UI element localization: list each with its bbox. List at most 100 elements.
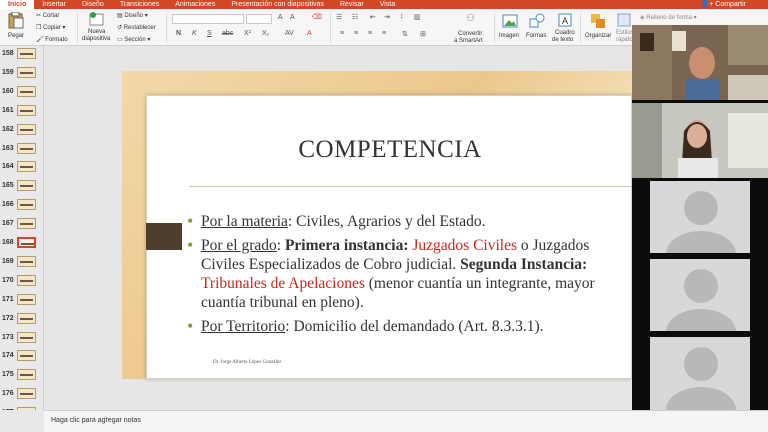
notes-pane[interactable]: Haga clic para agregar notas (44, 410, 768, 432)
font-color-icon[interactable]: A (307, 30, 312, 37)
slide-thumbnail[interactable]: 167 (0, 216, 43, 235)
slide-thumbnail[interactable]: 160 (0, 84, 43, 103)
tab-insertar[interactable]: Insertar (34, 0, 74, 9)
tab-revisar[interactable]: Revisar (332, 0, 372, 9)
slide-thumbnail-image (17, 123, 36, 135)
increase-font-icon[interactable]: A (278, 14, 283, 21)
participant-tile-4[interactable] (632, 259, 768, 334)
clipboard-icon (8, 12, 24, 29)
slide-title[interactable]: COMPETENCIA (147, 136, 633, 164)
slide-thumbnail[interactable]: 158 (0, 46, 43, 65)
shape-fill-label: Relleno de forma (646, 15, 692, 21)
slide-thumbnail[interactable]: 177 (0, 405, 43, 410)
current-slide[interactable]: COMPETENCIA Por la materia: Civiles, Agr… (122, 71, 633, 379)
align-left-icon[interactable]: ≡ (340, 30, 344, 37)
slide-thumbnail-image (17, 312, 36, 324)
slide-thumbnail[interactable]: 161 (0, 103, 43, 122)
bullet-grado-label: Por el grado (201, 237, 277, 254)
shapes-button[interactable]: Formas (526, 11, 548, 44)
outdent-icon[interactable]: ⇤ (370, 13, 376, 21)
bullet-materia-label: Por la materia (201, 213, 288, 230)
font-family-select[interactable] (172, 14, 244, 24)
numbering-icon[interactable]: ☷ (352, 13, 358, 21)
image-button[interactable]: Imagen (498, 11, 522, 44)
align-right-icon[interactable]: ≡ (368, 30, 372, 37)
share-label: Compartir (715, 1, 746, 8)
slide-thumbnail[interactable]: 164 (0, 159, 43, 178)
slide-content-area: COMPETENCIA Por la materia: Civiles, Agr… (146, 95, 633, 379)
quick-styles-button[interactable]: Estilos rápidos (614, 11, 636, 44)
cut-button[interactable]: ✂ Cortar (36, 12, 59, 19)
slide-thumbnail[interactable]: 173 (0, 330, 43, 349)
align-text-icon[interactable]: ⊞ (420, 30, 426, 38)
slide-thumbnail[interactable]: 171 (0, 292, 43, 311)
participant-tile-5[interactable] (632, 337, 768, 410)
avatar (650, 337, 750, 410)
slide-thumbnail[interactable]: 168 (0, 235, 43, 254)
bullets-icon[interactable]: ☰ (336, 13, 342, 21)
tab-diseno[interactable]: Diseño (74, 0, 112, 9)
juzgados-civiles: Juzgados Civiles (412, 237, 518, 254)
slide-thumbnail-image (17, 255, 36, 267)
tribunales-apelaciones: Tribunales de Apelaciones (201, 275, 365, 292)
layout-button[interactable]: ▤ Diseño ▾ (117, 12, 148, 19)
participant-video-2[interactable] (632, 103, 768, 178)
slide-thumbnail[interactable]: 162 (0, 122, 43, 141)
justify-icon[interactable]: ≡ (382, 30, 386, 37)
convert-smartart-button[interactable]: ⚇ Convertir a SmartArt (452, 11, 492, 44)
arrange-button[interactable]: Organizar (584, 11, 612, 44)
clear-format-icon[interactable]: ⌫ (312, 13, 322, 21)
reset-button[interactable]: ↺ Restablecer (117, 24, 156, 31)
slide-number: 158 (2, 50, 14, 57)
tab-animaciones[interactable]: Animaciones (167, 0, 223, 9)
font-size-select[interactable] (246, 14, 272, 24)
tab-vista[interactable]: Vista (372, 0, 403, 9)
decrease-font-icon[interactable]: A (290, 14, 295, 21)
slide-thumbnail[interactable]: 170 (0, 273, 43, 292)
smartart-label-1: Convertir (458, 31, 483, 37)
avatar (650, 259, 750, 331)
new-slide-icon (89, 12, 104, 26)
italic-icon[interactable]: K (192, 30, 197, 37)
slide-thumbnail[interactable]: 175 (0, 367, 43, 386)
share-button[interactable]: 👤+ Compartir (701, 0, 747, 9)
tab-inicio[interactable]: Inicio (0, 0, 35, 9)
format-painter-button[interactable]: 🖌 Formato (36, 36, 68, 43)
bullet-grado-colon: : (276, 237, 285, 254)
text-direction-icon[interactable]: ⇅ (402, 30, 408, 38)
slide-thumbnail[interactable]: 159 (0, 65, 43, 84)
copy-button[interactable]: ❐ Copiar ▾ (36, 24, 65, 31)
slide-thumbnail[interactable]: 174 (0, 348, 43, 367)
slide-thumbnail[interactable]: 172 (0, 311, 43, 330)
image-icon (502, 14, 518, 28)
slide-thumbnail-image (17, 104, 36, 116)
strikethrough-icon[interactable]: abc (222, 30, 233, 37)
indent-icon[interactable]: ⇥ (384, 13, 390, 21)
columns-icon[interactable]: ▥ (414, 13, 421, 21)
new-slide-button[interactable]: Nueva diapositiva (82, 11, 112, 44)
slide-thumbnail[interactable]: 163 (0, 141, 43, 160)
scissors-icon: ✂ (36, 13, 42, 19)
underline-icon[interactable]: S (207, 30, 212, 37)
slide-thumbnail[interactable]: 165 (0, 178, 43, 197)
slide-thumbnail-image (17, 331, 36, 343)
slide-thumbnail[interactable]: 169 (0, 254, 43, 273)
slide-thumbnail[interactable]: 176 (0, 386, 43, 405)
slide-thumbnail[interactable]: 166 (0, 197, 43, 216)
align-center-icon[interactable]: ≡ (354, 30, 358, 37)
section-button[interactable]: ▭ Sección ▾ (117, 36, 150, 43)
line-spacing-icon[interactable]: ↕ (400, 13, 404, 20)
textbox-button[interactable]: A Cuadro de texto (552, 11, 578, 44)
participant-tile-3[interactable] (632, 181, 768, 256)
bold-icon[interactable]: N (176, 30, 181, 37)
participant-video-1[interactable] (632, 25, 768, 100)
superscript-icon[interactable]: X² (244, 30, 251, 37)
arrange-icon (591, 14, 605, 28)
slide-body[interactable]: Por la materia: Civiles, Agrarios y del … (187, 212, 627, 341)
paste-button[interactable]: Pegar (6, 11, 26, 44)
subscript-icon[interactable]: X₂ (262, 30, 269, 37)
tab-transiciones[interactable]: Transiciones (112, 0, 167, 9)
char-spacing-icon[interactable]: AV (285, 30, 294, 37)
shape-fill-button[interactable]: ◈ Relleno de forma ▾ (640, 14, 697, 21)
tab-presentacion[interactable]: Presentación con diapositivas (223, 0, 332, 9)
